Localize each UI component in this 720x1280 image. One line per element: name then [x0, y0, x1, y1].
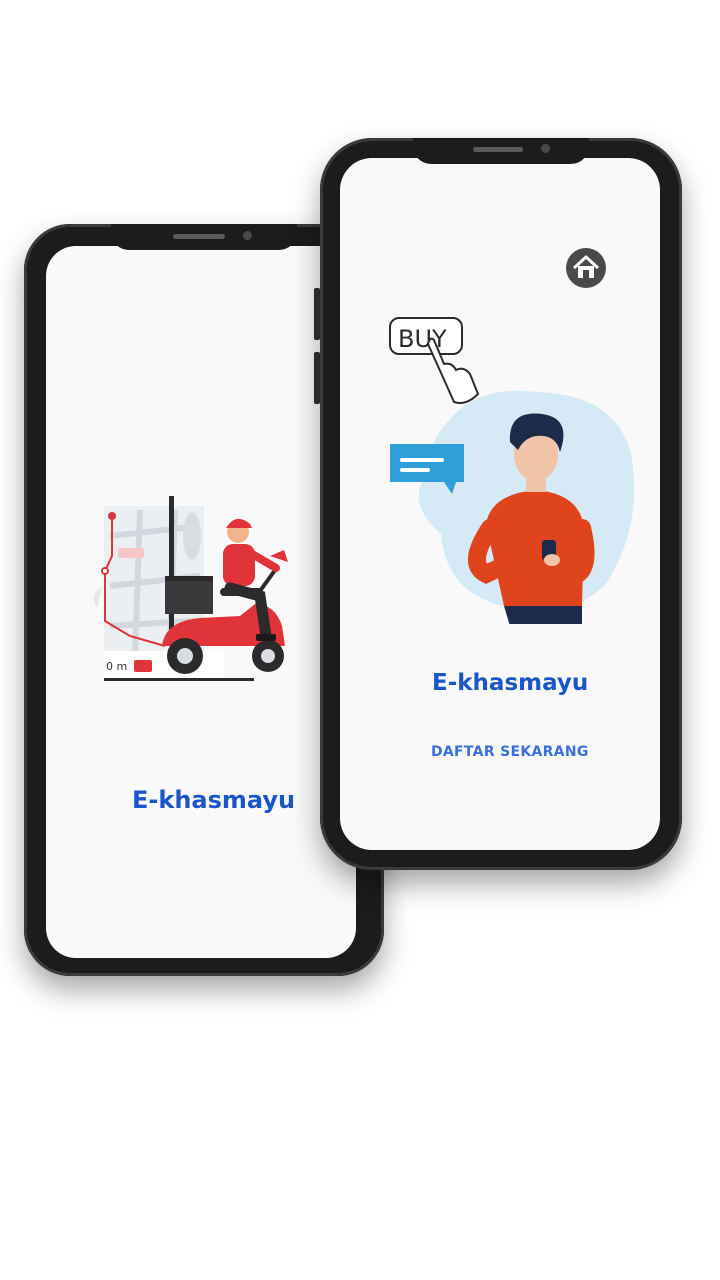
shopping-man-illustration: BUY	[389, 317, 635, 624]
distance-label: 0 m	[106, 660, 127, 673]
speaker-grille	[473, 147, 523, 152]
phone-volume-down	[314, 352, 320, 404]
front-brand-title: E-khasmayu	[432, 670, 589, 696]
back-phone-notch	[111, 224, 297, 250]
front-phone-mockup: BUY E-khasmayu DAFTAR SEKARANG	[314, 138, 682, 870]
back-brand-title: E-khasmayu	[132, 786, 296, 814]
buy-label: BUY	[398, 325, 447, 353]
front-phone-screen: BUY E-khasmayu DAFTAR SEKARANG	[340, 158, 660, 850]
front-phone-notch	[413, 138, 589, 164]
daftar-sekarang-button[interactable]: DAFTAR SEKARANG	[431, 744, 589, 760]
back-phone-screen: 0 m E-khasmayu	[46, 246, 356, 958]
home-button[interactable]	[566, 248, 606, 288]
delivery-scooter-illustration: 0 m	[93, 496, 288, 681]
front-camera	[541, 144, 550, 153]
home-icon	[572, 255, 600, 278]
speaker-grille	[173, 234, 225, 239]
phone-volume-up	[314, 288, 320, 340]
front-camera	[243, 231, 252, 240]
